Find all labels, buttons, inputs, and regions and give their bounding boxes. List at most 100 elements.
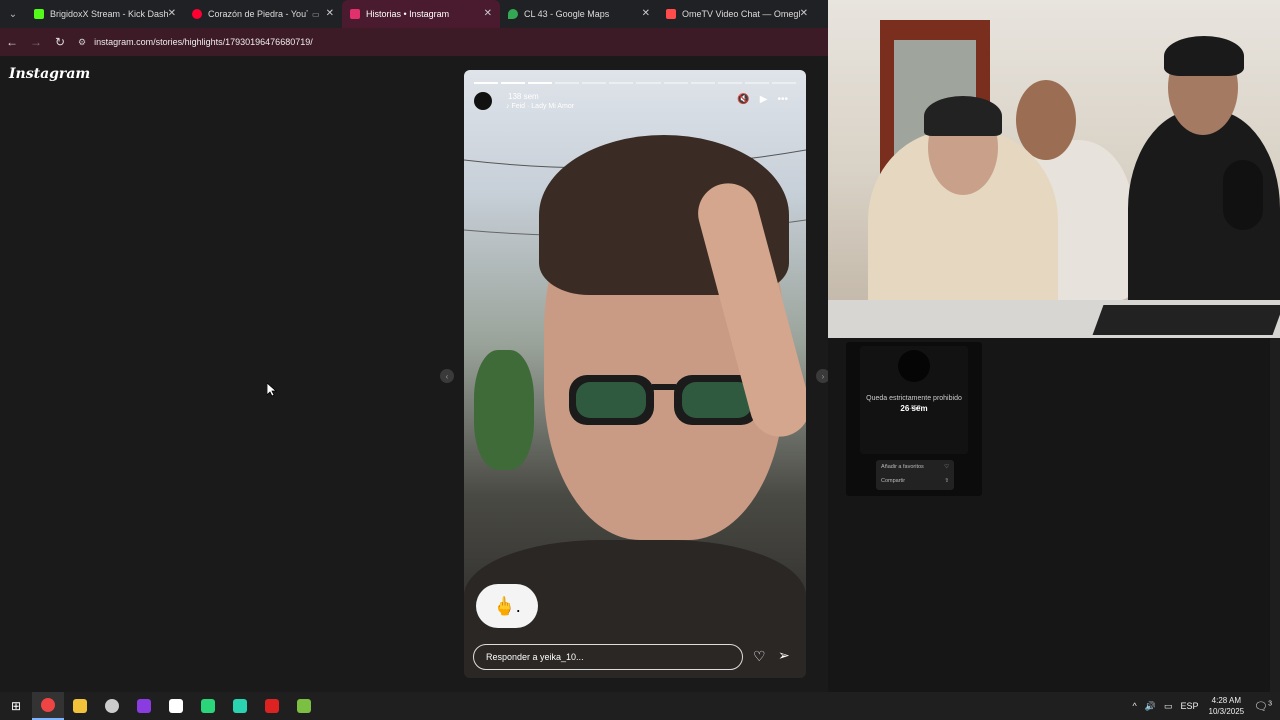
keyboard	[1092, 305, 1280, 335]
url-field[interactable]: ⚙ instagram.com/stories/highlights/17930…	[78, 37, 313, 48]
tab-title: Corazón de Piedra - YouTub	[208, 9, 308, 19]
reload-icon[interactable]: ↻	[48, 28, 72, 56]
obs-icon[interactable]	[96, 692, 128, 720]
site-info-icon[interactable]: ⚙	[78, 37, 86, 48]
tab-maps[interactable]: CL 43 - Google Maps ✕	[500, 0, 658, 28]
heart-icon: ♡	[944, 464, 949, 470]
tab-title: BrigidoxX Stream - Kick Dashbo	[50, 9, 168, 19]
close-icon[interactable]: ✕	[642, 8, 650, 19]
close-icon[interactable]: ✕	[168, 8, 176, 19]
tab-search-icon[interactable]: ⌄	[0, 0, 26, 28]
progress-segment	[636, 82, 661, 84]
sunglasses	[569, 375, 759, 425]
avatar[interactable]	[474, 92, 492, 110]
network-icon[interactable]: ▭	[1164, 701, 1173, 712]
progress-segment	[744, 82, 769, 84]
back-icon[interactable]: ←	[0, 28, 24, 56]
close-icon[interactable]: ✕	[800, 8, 808, 19]
progress-segment	[717, 82, 742, 84]
progress-segment	[582, 82, 607, 84]
cast-icon: ▭	[312, 9, 320, 19]
maps-icon	[508, 9, 518, 19]
person-left-cap	[924, 96, 1002, 136]
scrollbar[interactable]	[1270, 338, 1280, 692]
progress-segment	[771, 82, 796, 84]
tab-bar: ⌄ BrigidoxX Stream - Kick Dashbo ✕ Coraz…	[0, 0, 828, 28]
play-icon[interactable]: ▶	[760, 94, 768, 105]
heart-icon[interactable]: ♡	[753, 648, 766, 665]
previous-story-icon[interactable]: ‹	[440, 369, 454, 383]
story-progress	[474, 82, 796, 84]
address-bar: ← → ↻ ⚙ instagram.com/stories/highlights…	[0, 28, 828, 56]
tab-kick[interactable]: BrigidoxX Stream - Kick Dashbo ✕	[26, 0, 184, 28]
side-panel: Queda estrictamente prohibido ...rse. 26…	[828, 338, 1280, 692]
tab-youtube[interactable]: Corazón de Piedra - YouTub ▭ ✕	[184, 0, 342, 28]
progress-segment	[609, 82, 634, 84]
volume-icon[interactable]: 🔊	[1145, 701, 1156, 712]
clock-date: 10/3/2025	[1208, 707, 1245, 716]
thumb-menu: Añadir a favoritos ♡ Compartir ⇧	[876, 460, 954, 490]
progress-segment	[690, 82, 715, 84]
close-icon[interactable]: ✕	[326, 8, 334, 19]
plant	[474, 350, 534, 470]
thumb-time: 26 sem	[900, 404, 928, 413]
thumb-avatar	[898, 350, 930, 382]
story-thumbnail[interactable]: Queda estrictamente prohibido ...rse. 26…	[846, 342, 982, 496]
progress-segment	[663, 82, 688, 84]
language-indicator[interactable]: ESP	[1181, 701, 1199, 711]
ometv-icon	[666, 9, 676, 19]
android-icon[interactable]	[288, 692, 320, 720]
clock-time: 4:28 AM	[1211, 696, 1241, 705]
emoji-sticker: 🖕.	[476, 584, 538, 628]
capcut-icon[interactable]	[160, 692, 192, 720]
mouse-cursor-icon	[267, 383, 277, 397]
app-green-icon[interactable]	[192, 692, 224, 720]
clock[interactable]: 4:28 AM 10/3/2025	[1209, 695, 1245, 717]
chevron-up-icon[interactable]: ^	[1133, 701, 1137, 711]
microphone	[1223, 160, 1263, 230]
story-song[interactable]: ♪ Feid · Lady Mi Amor	[506, 103, 574, 110]
forward-icon[interactable]: →	[24, 28, 48, 56]
system-tray: ^ 🔊 ▭ ESP 4:28 AM 10/3/2025 🗨3	[1125, 692, 1280, 720]
instagram-page: Instagram ‹ › 138 sem ♪ Feid · Lady Mi A…	[0, 56, 830, 692]
mute-icon[interactable]: 🔇	[737, 94, 749, 105]
tab-ometv[interactable]: OmeTV Video Chat — Omegle ✕	[658, 0, 816, 28]
progress-segment	[501, 82, 526, 84]
close-icon[interactable]: ✕	[484, 8, 492, 19]
file-explorer-icon[interactable]	[64, 692, 96, 720]
url-text: instagram.com/stories/highlights/1793019…	[94, 37, 313, 47]
app-teal-icon[interactable]	[224, 692, 256, 720]
tab-title: OmeTV Video Chat — Omegle	[682, 9, 800, 19]
reply-row: Responder a yeika_10... ♡ ➢	[473, 644, 799, 670]
app-red-icon[interactable]	[256, 692, 288, 720]
windows-start-icon[interactable]: ⊞	[0, 692, 32, 720]
youtube-icon	[192, 9, 202, 19]
chrome-icon[interactable]	[32, 692, 64, 720]
reply-input[interactable]: Responder a yeika_10...	[473, 644, 743, 670]
progress-segment	[555, 82, 580, 84]
more-icon[interactable]: •••	[777, 94, 788, 105]
menu-item-favorites[interactable]: Añadir a favoritos ♡	[876, 460, 954, 474]
notification-icon[interactable]: 🗨3	[1254, 700, 1272, 713]
tab-instagram[interactable]: Historias • Instagram ✕	[342, 0, 500, 28]
person-right-hair	[1164, 36, 1244, 76]
story-time: 138 sem	[508, 92, 539, 101]
app-purple-icon[interactable]	[128, 692, 160, 720]
instagram-icon	[350, 9, 360, 19]
story-header: 138 sem ♪ Feid · Lady Mi Amor 🔇 ▶ •••	[474, 92, 796, 114]
menu-label: Añadir a favoritos	[881, 464, 924, 470]
progress-segment	[474, 82, 499, 84]
taskbar: ⊞ ^ 🔊 ▭ ESP 4:28 AM 10/3/2025 🗨3	[0, 692, 1280, 720]
kick-icon	[34, 9, 44, 19]
send-icon[interactable]: ➢	[778, 647, 790, 664]
menu-label: Compartir	[881, 478, 906, 484]
menu-item-share[interactable]: Compartir ⇧	[876, 474, 954, 488]
instagram-logo[interactable]: Instagram	[9, 66, 90, 82]
tab-title: CL 43 - Google Maps	[524, 9, 610, 19]
notification-count: 3	[1268, 699, 1272, 707]
song-label: Feid · Lady Mi Amor	[511, 103, 575, 110]
webcam-overlay	[828, 0, 1280, 338]
tab-title: Historias • Instagram	[366, 9, 450, 19]
story-viewer[interactable]: 138 sem ♪ Feid · Lady Mi Amor 🔇 ▶ ••• 🖕.…	[464, 70, 806, 678]
progress-segment	[528, 82, 553, 84]
